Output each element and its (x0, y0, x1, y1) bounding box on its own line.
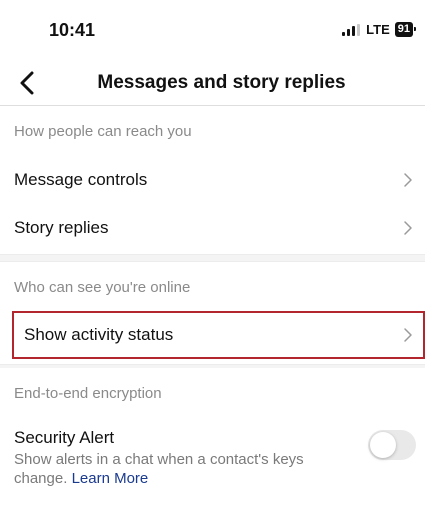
section-divider (0, 364, 425, 368)
message-controls-row[interactable]: Message controls (0, 158, 425, 202)
section-header-online: Who can see you're online (14, 279, 191, 296)
section-header-reach: How people can reach you (14, 123, 192, 140)
battery-icon: 91 (394, 22, 417, 37)
chevron-right-icon (404, 221, 412, 235)
story-replies-row[interactable]: Story replies (0, 206, 425, 250)
section-header-encryption: End-to-end encryption (14, 385, 162, 402)
page-title: Messages and story replies (97, 72, 346, 93)
toggle-knob (370, 432, 396, 458)
section-divider (0, 254, 425, 262)
show-activity-status-label: Show activity status (24, 325, 174, 344)
network-label: LTE (366, 22, 390, 37)
status-indicators: LTE 91 (342, 22, 417, 37)
signal-icon (342, 23, 361, 36)
message-controls-label: Message controls (14, 170, 148, 189)
security-alert-description-text: Show alerts in a chat when a contact's k… (14, 451, 304, 487)
nav-divider (0, 105, 425, 106)
chevron-right-icon (404, 173, 412, 187)
chevron-right-icon (404, 328, 412, 342)
story-replies-label: Story replies (14, 218, 109, 237)
show-activity-status-row[interactable]: Show activity status (12, 311, 425, 359)
security-alert-description: Show alerts in a chat when a contact's k… (14, 450, 344, 488)
status-time: 10:41 (49, 20, 96, 40)
security-alert-title: Security Alert (14, 428, 115, 447)
status-bar: 10:41 LTE 91 (0, 0, 425, 62)
nav-bar: Messages and story replies (0, 62, 425, 104)
security-alert-toggle[interactable] (368, 430, 416, 460)
learn-more-link[interactable]: Learn More (72, 470, 149, 487)
